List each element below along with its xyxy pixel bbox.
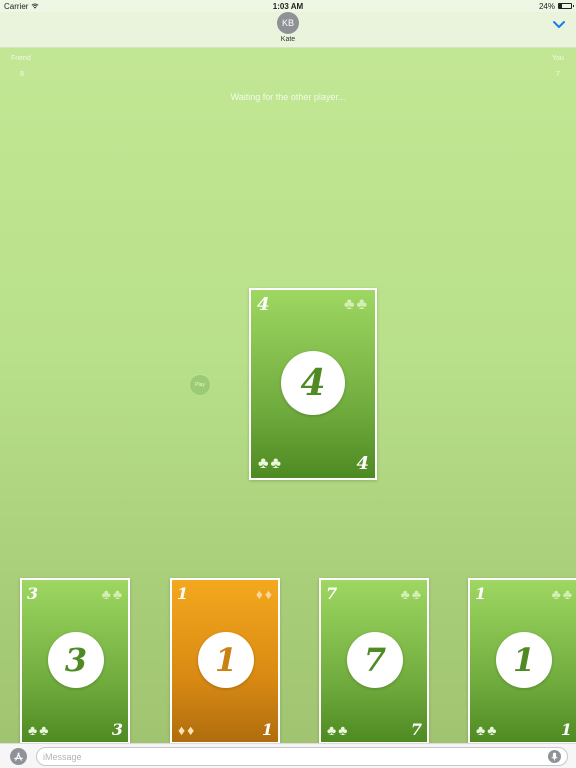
card-rank-bottom: 1 bbox=[261, 720, 273, 739]
microphone-icon[interactable] bbox=[548, 750, 561, 763]
clubs-suit-icon: ♣ bbox=[327, 722, 337, 738]
card-suit-bottom: ♦ ♦ bbox=[178, 723, 194, 737]
play-button[interactable]: Play bbox=[189, 374, 211, 396]
card-center-circle: 7 bbox=[347, 632, 403, 688]
clubs-suit-icon: ♣ bbox=[551, 586, 561, 602]
carrier-label: Carrier bbox=[4, 1, 29, 11]
card-rank-top: 7 bbox=[326, 584, 338, 603]
card-suit-top: ♣ ♣ bbox=[552, 587, 572, 601]
diamonds-suit-icon: ♦ bbox=[264, 586, 272, 602]
status-bar: Carrier 1:03 AM 24% bbox=[0, 0, 576, 12]
wifi-icon bbox=[32, 3, 39, 9]
card-center-circle: 1 bbox=[496, 632, 552, 688]
card-rank-bottom: 7 bbox=[410, 720, 422, 739]
battery-icon bbox=[558, 3, 574, 9]
you-score: 7 bbox=[556, 71, 560, 78]
you-label: You bbox=[552, 55, 564, 62]
message-placeholder: iMessage bbox=[43, 751, 82, 762]
card-rank-top: 4 bbox=[257, 294, 270, 315]
friend-label: Friend bbox=[11, 55, 31, 62]
card-suit-bottom: ♣ ♣ bbox=[327, 723, 347, 737]
clubs-suit-icon: ♣ bbox=[101, 586, 111, 602]
carrier-area: Carrier bbox=[4, 2, 204, 11]
center-card: 4 ♣ ♣ 4 ♣ ♣ 4 bbox=[249, 288, 377, 480]
card-rank-bottom: 1 bbox=[560, 720, 572, 739]
card-suit-bottom: ♣ ♣ bbox=[258, 456, 281, 472]
clubs-suit-icon: ♣ bbox=[258, 455, 269, 472]
card-rank-top: 1 bbox=[475, 584, 487, 603]
clubs-suit-icon: ♣ bbox=[487, 722, 497, 738]
app-store-icon bbox=[14, 752, 23, 761]
diamonds-suit-icon: ♦ bbox=[178, 722, 186, 738]
clubs-suit-icon: ♣ bbox=[28, 722, 38, 738]
app-store-button[interactable] bbox=[10, 748, 27, 765]
message-bar: iMessage bbox=[0, 743, 576, 768]
card-center-circle: 4 bbox=[281, 351, 345, 415]
card-suit-top: ♣ ♣ bbox=[344, 297, 367, 313]
clubs-suit-icon: ♣ bbox=[338, 722, 348, 738]
card-rank-top: 3 bbox=[27, 584, 39, 603]
card-suit-top: ♦ ♦ bbox=[256, 587, 272, 601]
friend-score: 8 bbox=[20, 71, 24, 78]
clubs-suit-icon: ♣ bbox=[476, 722, 486, 738]
diamonds-suit-icon: ♦ bbox=[187, 722, 195, 738]
clubs-suit-icon: ♣ bbox=[562, 586, 572, 602]
card-suit-top: ♣ ♣ bbox=[102, 587, 122, 601]
hand-card[interactable]: 1 ♦ ♦ 1 ♦ ♦ 1 bbox=[170, 578, 280, 744]
conversation-header: KB Kate bbox=[0, 12, 576, 48]
clubs-suit-icon: ♣ bbox=[400, 586, 410, 602]
clubs-suit-icon: ♣ bbox=[270, 455, 282, 472]
card-suit-bottom: ♣ ♣ bbox=[28, 723, 48, 737]
clubs-suit-icon: ♣ bbox=[344, 296, 355, 313]
card-center-circle: 3 bbox=[48, 632, 104, 688]
clubs-suit-icon: ♣ bbox=[356, 296, 368, 313]
card-suit-top: ♣ ♣ bbox=[401, 587, 421, 601]
clubs-suit-icon: ♣ bbox=[39, 722, 49, 738]
clubs-suit-icon: ♣ bbox=[411, 586, 421, 602]
battery-percent: 24% bbox=[538, 1, 555, 11]
clock: 1:03 AM bbox=[272, 1, 304, 11]
battery-area: 24% bbox=[372, 1, 574, 11]
clubs-suit-icon: ♣ bbox=[112, 586, 122, 602]
card-rank-top: 1 bbox=[177, 584, 189, 603]
diamonds-suit-icon: ♦ bbox=[255, 586, 263, 602]
hand-card[interactable]: 3 ♣ ♣ 3 ♣ ♣ 3 bbox=[20, 578, 130, 744]
chevron-down-icon[interactable] bbox=[552, 19, 566, 31]
hand-card[interactable]: 7 ♣ ♣ 7 ♣ ♣ 7 bbox=[319, 578, 429, 744]
card-suit-bottom: ♣ ♣ bbox=[476, 723, 496, 737]
card-center-circle: 1 bbox=[198, 632, 254, 688]
card-rank-bottom: 3 bbox=[111, 720, 123, 739]
avatar[interactable]: KB bbox=[277, 12, 299, 34]
hand-card[interactable]: 1 ♣ ♣ 1 ♣ ♣ 1 bbox=[468, 578, 576, 744]
status-message: Waiting for the other player... bbox=[230, 92, 346, 102]
card-rank-bottom: 4 bbox=[356, 453, 369, 474]
contact-name: Kate bbox=[280, 36, 296, 43]
message-input[interactable]: iMessage bbox=[36, 747, 568, 766]
